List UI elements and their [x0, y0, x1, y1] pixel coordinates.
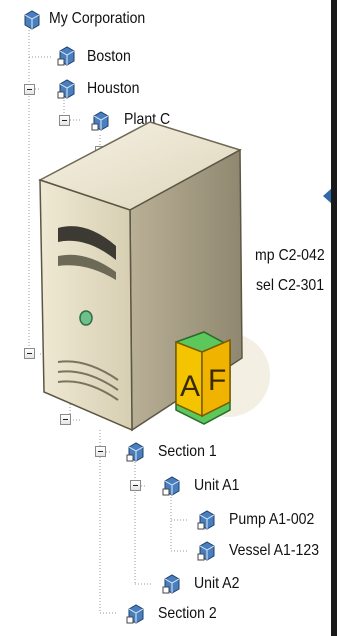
cube-icon: [162, 574, 180, 594]
badge-letter-f: F: [208, 364, 226, 397]
server-af-icon: A F: [38, 121, 270, 432]
tree-node-section-2[interactable]: Section 2: [158, 604, 217, 624]
collapse-toggle-houston[interactable]: [24, 84, 35, 95]
cube-icon: [126, 604, 144, 624]
window-edge: [331, 0, 337, 636]
badge-letter-a: A: [180, 370, 200, 403]
tree-node-boston[interactable]: Boston: [87, 47, 131, 67]
cube-icon: [57, 46, 75, 66]
tree-node-my-corporation[interactable]: My Corporation: [49, 9, 145, 29]
cube-icon: [197, 510, 215, 530]
cube-icon: [57, 79, 75, 99]
cube-icon: [197, 541, 215, 561]
tree-node-vessel-a1-123[interactable]: Vessel A1-123: [229, 541, 319, 561]
tree-node-pump-a1-002[interactable]: Pump A1-002: [229, 510, 314, 530]
tree-node-houston[interactable]: Houston: [87, 79, 139, 99]
tree-node-unit-a1[interactable]: Unit A1: [194, 476, 239, 496]
tree-node-unit-a2[interactable]: Unit A2: [194, 574, 239, 594]
tree-view: My Corporation Boston Houston Plant C mp…: [0, 0, 337, 636]
collapse-toggle-unit-a1[interactable]: [130, 480, 141, 491]
cube-icon: [24, 10, 40, 30]
cube-icon: [162, 476, 180, 496]
